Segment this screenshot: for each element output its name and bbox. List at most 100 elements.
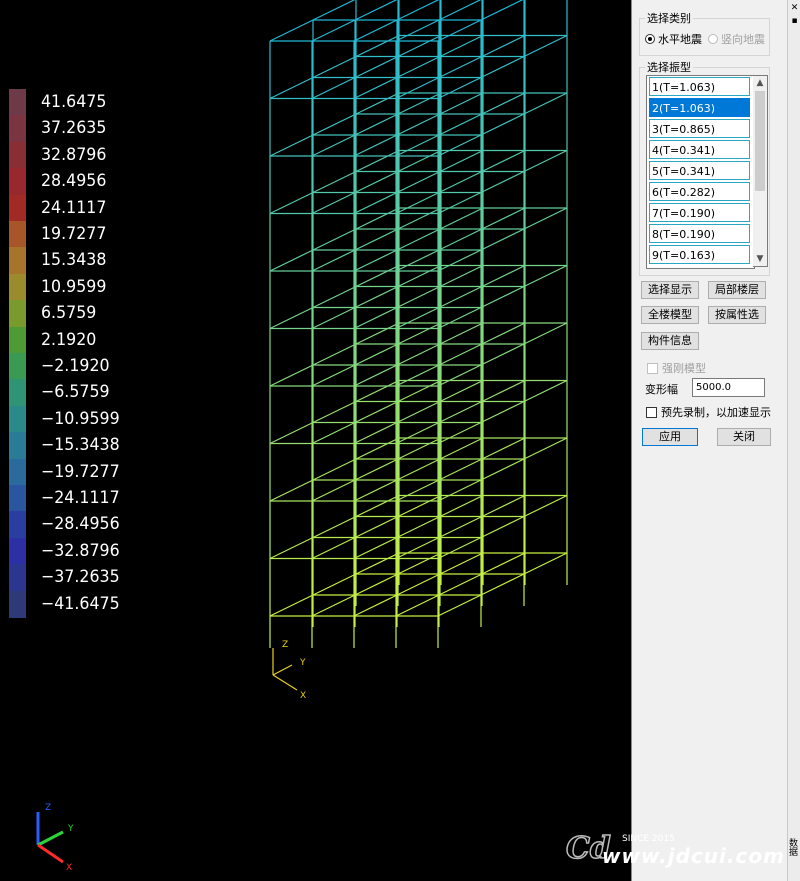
mode-list-scrollbar[interactable]: ▲ ▼ bbox=[753, 75, 768, 267]
beam bbox=[523, 437, 568, 460]
beam bbox=[311, 479, 356, 502]
beam bbox=[439, 149, 484, 173]
full-model-button[interactable]: 全楼模型 bbox=[641, 306, 699, 324]
beam bbox=[481, 437, 526, 460]
mode-group-title: 选择振型 bbox=[645, 59, 693, 75]
beam bbox=[439, 264, 484, 288]
beam bbox=[355, 264, 400, 288]
beam bbox=[353, 364, 398, 387]
beam bbox=[396, 0, 440, 21]
checkbox-box bbox=[646, 406, 657, 418]
beam bbox=[355, 552, 400, 575]
beam bbox=[311, 421, 356, 445]
by-attribute-button[interactable]: 按属性选 bbox=[708, 306, 766, 324]
scroll-thumb[interactable] bbox=[755, 91, 765, 191]
beam bbox=[481, 552, 526, 575]
beam bbox=[480, 170, 525, 194]
mode-list[interactable]: 1(T=1.063) 2(T=1.063) 3(T=0.865) 4(T=0.341)… bbox=[646, 75, 755, 269]
beam bbox=[354, 573, 399, 596]
close-button[interactable]: 关闭 bbox=[717, 428, 771, 446]
beam bbox=[439, 34, 484, 58]
select-display-button[interactable]: 选择显示 bbox=[641, 281, 699, 299]
corner-axis-y bbox=[37, 830, 64, 847]
beam bbox=[438, 285, 483, 309]
beam bbox=[397, 437, 442, 460]
beam bbox=[269, 76, 314, 100]
beam bbox=[353, 306, 398, 330]
radio-vertical-quake[interactable]: 竖向地震 bbox=[708, 31, 765, 47]
radio-label: 水平地震 bbox=[658, 33, 702, 46]
beam bbox=[269, 191, 314, 215]
mode-list-item[interactable]: 5(T=0.341) bbox=[649, 161, 750, 180]
beam bbox=[397, 379, 442, 403]
beam bbox=[437, 479, 482, 502]
mode-list-item[interactable]: 8(T=0.190) bbox=[649, 224, 750, 243]
beam bbox=[354, 55, 399, 79]
model-viewport[interactable]: 41.6475 37.2635 32.8796 28.4956 24.1117 19.72… bbox=[0, 0, 631, 881]
beam bbox=[523, 207, 568, 230]
scroll-down-icon[interactable]: ▼ bbox=[753, 252, 767, 266]
beam bbox=[481, 264, 526, 288]
beam bbox=[396, 113, 441, 136]
beam bbox=[438, 343, 483, 366]
mode-list-item[interactable]: 3(T=0.865) bbox=[649, 119, 750, 138]
model-axis-z-label: Z bbox=[282, 640, 288, 650]
beam bbox=[480, 515, 525, 539]
frame-model-svg[interactable]: Z Y X Z Y X bbox=[0, 0, 631, 881]
beam bbox=[439, 322, 484, 345]
beam bbox=[523, 379, 568, 403]
radio-label: 竖向地震 bbox=[721, 33, 765, 46]
scroll-up-icon[interactable]: ▲ bbox=[753, 76, 767, 90]
beam bbox=[438, 113, 483, 136]
prerecord-checkbox[interactable]: 预先录制，以加速显示 bbox=[646, 404, 771, 420]
pin-icon[interactable]: ▪ bbox=[790, 16, 799, 26]
beam bbox=[396, 400, 441, 424]
partial-floor-button[interactable]: 局部楼层 bbox=[708, 281, 766, 299]
beam bbox=[312, 400, 357, 424]
beam bbox=[353, 479, 398, 502]
beam bbox=[481, 149, 526, 173]
beam bbox=[353, 421, 398, 445]
model-axis-y-label: Y bbox=[299, 658, 306, 668]
beam bbox=[354, 113, 399, 136]
model-axis-x-label: X bbox=[300, 691, 306, 701]
beam bbox=[396, 515, 441, 539]
beam bbox=[353, 134, 398, 157]
beam bbox=[397, 264, 442, 288]
beam bbox=[397, 149, 442, 173]
beam bbox=[437, 421, 482, 445]
rigid-model-checkbox[interactable]: 强刚模型 bbox=[647, 360, 706, 376]
beam bbox=[437, 76, 482, 100]
close-icon[interactable]: ✕ bbox=[790, 3, 799, 13]
beam bbox=[355, 379, 400, 403]
beam bbox=[395, 134, 440, 157]
beam bbox=[355, 437, 400, 460]
beam bbox=[438, 400, 483, 424]
mode-list-item[interactable]: 4(T=0.341) bbox=[649, 140, 750, 159]
beam bbox=[395, 536, 440, 560]
beam bbox=[481, 92, 526, 115]
mode-list-item[interactable]: 7(T=0.190) bbox=[649, 203, 750, 222]
beam bbox=[481, 207, 526, 230]
beam bbox=[311, 594, 356, 617]
member-info-button[interactable]: 构件信息 bbox=[641, 332, 699, 350]
beam bbox=[523, 34, 568, 58]
beam bbox=[437, 191, 482, 215]
deform-amp-input[interactable]: 5000.0 bbox=[692, 378, 765, 397]
mode-list-item[interactable]: 2(T=1.063) bbox=[649, 98, 750, 117]
beam bbox=[395, 76, 440, 100]
beam bbox=[269, 134, 314, 157]
mode-list-item[interactable]: 1(T=1.063) bbox=[649, 77, 750, 96]
beam bbox=[480, 400, 525, 424]
beam bbox=[480, 228, 525, 251]
mode-list-item[interactable]: 6(T=0.282) bbox=[649, 182, 750, 201]
mode-list-item[interactable]: 9(T=0.163) bbox=[649, 245, 750, 264]
beam bbox=[312, 515, 357, 539]
beam bbox=[481, 322, 526, 345]
beam bbox=[395, 364, 440, 387]
beam bbox=[354, 0, 398, 21]
radio-horizontal-quake[interactable]: 水平地震 bbox=[645, 31, 702, 47]
beam bbox=[354, 343, 399, 366]
apply-button[interactable]: 应用 bbox=[642, 428, 698, 446]
beam bbox=[312, 343, 357, 366]
